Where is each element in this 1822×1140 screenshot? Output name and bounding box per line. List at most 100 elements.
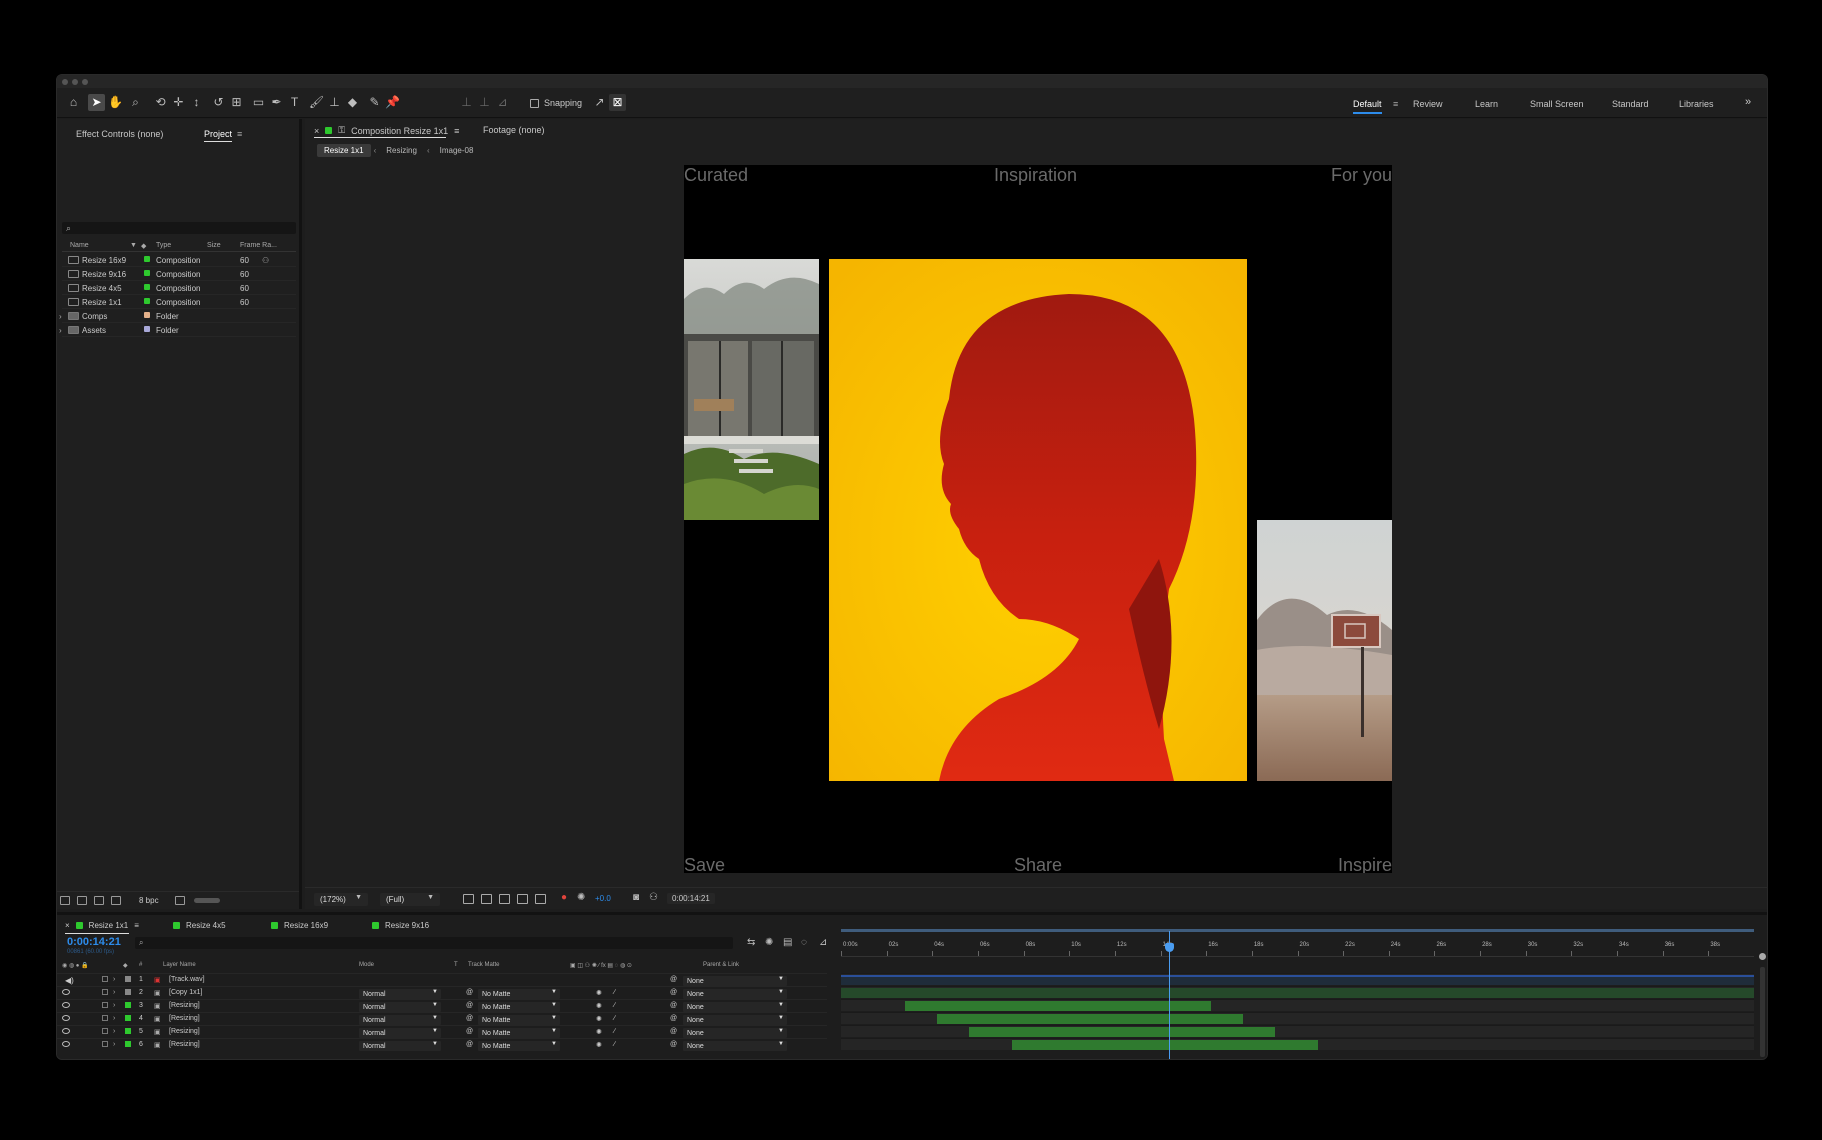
selection-tool-icon[interactable]: ➤	[88, 94, 105, 111]
track-matte-dropdown[interactable]: No Matte ▼	[478, 989, 560, 999]
track-row[interactable]	[841, 1012, 1754, 1024]
quality-switch-icon[interactable]: ∕	[614, 1028, 615, 1035]
tab-effect-controls[interactable]: Effect Controls (none)	[76, 129, 163, 139]
composition-canvas[interactable]: Curated Inspiration For you Save Share I…	[684, 165, 1392, 873]
minimize-dot[interactable]	[72, 79, 78, 85]
zoom-dot[interactable]	[82, 79, 88, 85]
chevron-right-icon[interactable]: ›	[113, 1028, 115, 1035]
region-of-interest-icon[interactable]	[463, 894, 474, 904]
timeline-tab-resize-9x16[interactable]: Resize 9x16	[372, 921, 429, 930]
type-tool-icon[interactable]: T	[286, 94, 303, 111]
track-matte-dropdown[interactable]: No Matte ▼	[478, 1041, 560, 1051]
workspace-review[interactable]: Review	[1413, 99, 1443, 109]
axis-local-icon[interactable]: ⊥	[458, 94, 475, 111]
workspace-libraries[interactable]: Libraries	[1679, 99, 1714, 109]
pickwhip-icon[interactable]: @	[670, 989, 677, 996]
exposure-reset-icon[interactable]: ✺	[577, 892, 585, 903]
transparency-grid-icon[interactable]	[481, 894, 492, 904]
draft-3d-icon[interactable]: ✺	[765, 937, 773, 948]
composition-viewer[interactable]: Curated Inspiration For you Save Share I…	[308, 165, 1766, 875]
timeline-tab-resize-16x9[interactable]: Resize 16x9	[271, 921, 328, 930]
pickwhip-icon[interactable]: @	[466, 1015, 473, 1022]
layer-name[interactable]: [Track.wav]	[169, 976, 205, 983]
breadcrumb-image-08[interactable]: Image-08	[433, 144, 481, 157]
layer-row[interactable]: › 3 ▣ [Resizing] Normal ▼ @ No Matte ▼ ✺ ∕…	[57, 999, 827, 1012]
graph-editor-icon[interactable]: ⊿	[819, 937, 827, 948]
label-tag-icon[interactable]: ◆	[141, 242, 146, 250]
viewer-timecode[interactable]: 0:00:14:21	[667, 893, 715, 904]
pickwhip-icon[interactable]: @	[670, 1041, 677, 1048]
workspace-learn[interactable]: Learn	[1475, 99, 1498, 109]
chevron-right-icon[interactable]: ›	[59, 326, 62, 335]
mode-dropdown[interactable]: Normal ▼	[359, 1041, 441, 1051]
pickwhip-icon[interactable]: @	[670, 1028, 677, 1035]
mask-visibility-icon[interactable]	[499, 894, 510, 904]
tab-footage[interactable]: Footage (none)	[483, 125, 545, 135]
channels-icon[interactable]: ●	[561, 892, 567, 903]
layer-duration-bar[interactable]	[968, 1027, 1275, 1037]
col-t[interactable]: T	[454, 962, 458, 968]
show-snapshot-icon[interactable]: ⚇	[649, 892, 658, 903]
layer-duration-bar[interactable]	[841, 975, 1754, 985]
chevron-right-icon[interactable]: ›	[113, 1015, 115, 1022]
mode-dropdown[interactable]: Normal ▼	[359, 1002, 441, 1012]
visibility-eye-icon[interactable]	[62, 989, 70, 995]
zoom-tool-icon[interactable]: ⌕	[127, 94, 144, 111]
axis-world-icon[interactable]: ⊥	[476, 94, 493, 111]
chevron-right-icon[interactable]: ›	[113, 976, 115, 983]
work-area-bar[interactable]	[841, 929, 1754, 932]
label-swatch[interactable]	[144, 312, 150, 318]
new-folder-icon[interactable]	[77, 896, 87, 905]
snap-options-icon[interactable]: ↗	[591, 94, 608, 111]
tab-composition[interactable]: × ⚿ Composition Resize 1x1 ≡	[314, 125, 459, 136]
thumbnail-size-slider[interactable]	[194, 898, 220, 903]
workspaces-overflow-icon[interactable]: »	[1745, 96, 1751, 108]
layer-duration-bar[interactable]	[904, 1001, 1211, 1011]
panel-menu-icon[interactable]: ≡	[134, 921, 139, 930]
collapse-switch-icon[interactable]: ✺	[596, 1041, 602, 1049]
layer-label-swatch[interactable]	[125, 989, 131, 995]
zoom-slider-knob[interactable]	[1759, 953, 1766, 960]
flowchart-icon[interactable]: ⚇	[262, 256, 269, 265]
hand-tool-icon[interactable]: ✋	[107, 94, 124, 111]
pickwhip-icon[interactable]: @	[466, 1028, 473, 1035]
anchor-tool-icon[interactable]: ⊞	[228, 94, 245, 111]
track-row[interactable]	[841, 973, 1754, 985]
col-parent-link[interactable]: Parent & Link	[703, 962, 739, 968]
label-swatch[interactable]	[144, 326, 150, 332]
parent-dropdown[interactable]: None ▼	[683, 1002, 787, 1012]
image-portrait-silhouette[interactable]	[829, 259, 1247, 781]
delete-icon[interactable]	[175, 896, 185, 905]
layer-duration-bar[interactable]	[936, 1014, 1243, 1024]
audio-speaker-icon[interactable]: ◀)	[65, 976, 74, 985]
brush-tool-icon[interactable]: 🖌	[308, 94, 325, 111]
frame-blending-icon[interactable]: ▤	[783, 937, 792, 948]
chevron-right-icon[interactable]: ›	[113, 1002, 115, 1009]
visibility-eye-icon[interactable]	[62, 1028, 70, 1034]
layer-lock-toggle[interactable]	[102, 1002, 108, 1008]
clone-stamp-icon[interactable]: ⊥	[326, 94, 343, 111]
layer-name[interactable]: [Resizing]	[169, 1015, 200, 1022]
layer-duration-bar[interactable]	[841, 988, 1754, 998]
chevron-right-icon[interactable]: ›	[113, 989, 115, 996]
layer-label-swatch[interactable]	[125, 1002, 131, 1008]
parent-dropdown[interactable]: None ▼	[683, 1041, 787, 1051]
collapse-switch-icon[interactable]: ✺	[596, 1002, 602, 1010]
comp-flowchart-icon[interactable]: ⇆	[747, 937, 755, 948]
layer-lock-toggle[interactable]	[102, 1041, 108, 1047]
layer-duration-bar[interactable]	[1012, 1040, 1319, 1050]
rotate-tool-icon[interactable]: ↺	[210, 94, 227, 111]
project-menu-icon[interactable]: ≡	[237, 129, 242, 139]
visibility-eye-icon[interactable]	[62, 1041, 70, 1047]
parent-dropdown[interactable]: None ▼	[683, 976, 787, 986]
layer-name[interactable]: [Resizing]	[169, 1041, 200, 1048]
layer-lock-toggle[interactable]	[102, 1028, 108, 1034]
pan-camera-icon[interactable]: ✛	[170, 94, 187, 111]
layer-row[interactable]: › 2 ▣ [Copy 1x1] Normal ▼ @ No Matte ▼ ✺ ∕…	[57, 986, 827, 999]
bit-depth-button[interactable]: 8 bpc	[139, 896, 159, 905]
col-layer-name[interactable]: Layer Name	[163, 962, 196, 968]
pickwhip-icon[interactable]: @	[670, 1015, 677, 1022]
label-swatch[interactable]	[144, 270, 150, 276]
new-composition-icon[interactable]	[94, 896, 104, 905]
layer-search-input[interactable]: ⌕	[135, 937, 733, 949]
